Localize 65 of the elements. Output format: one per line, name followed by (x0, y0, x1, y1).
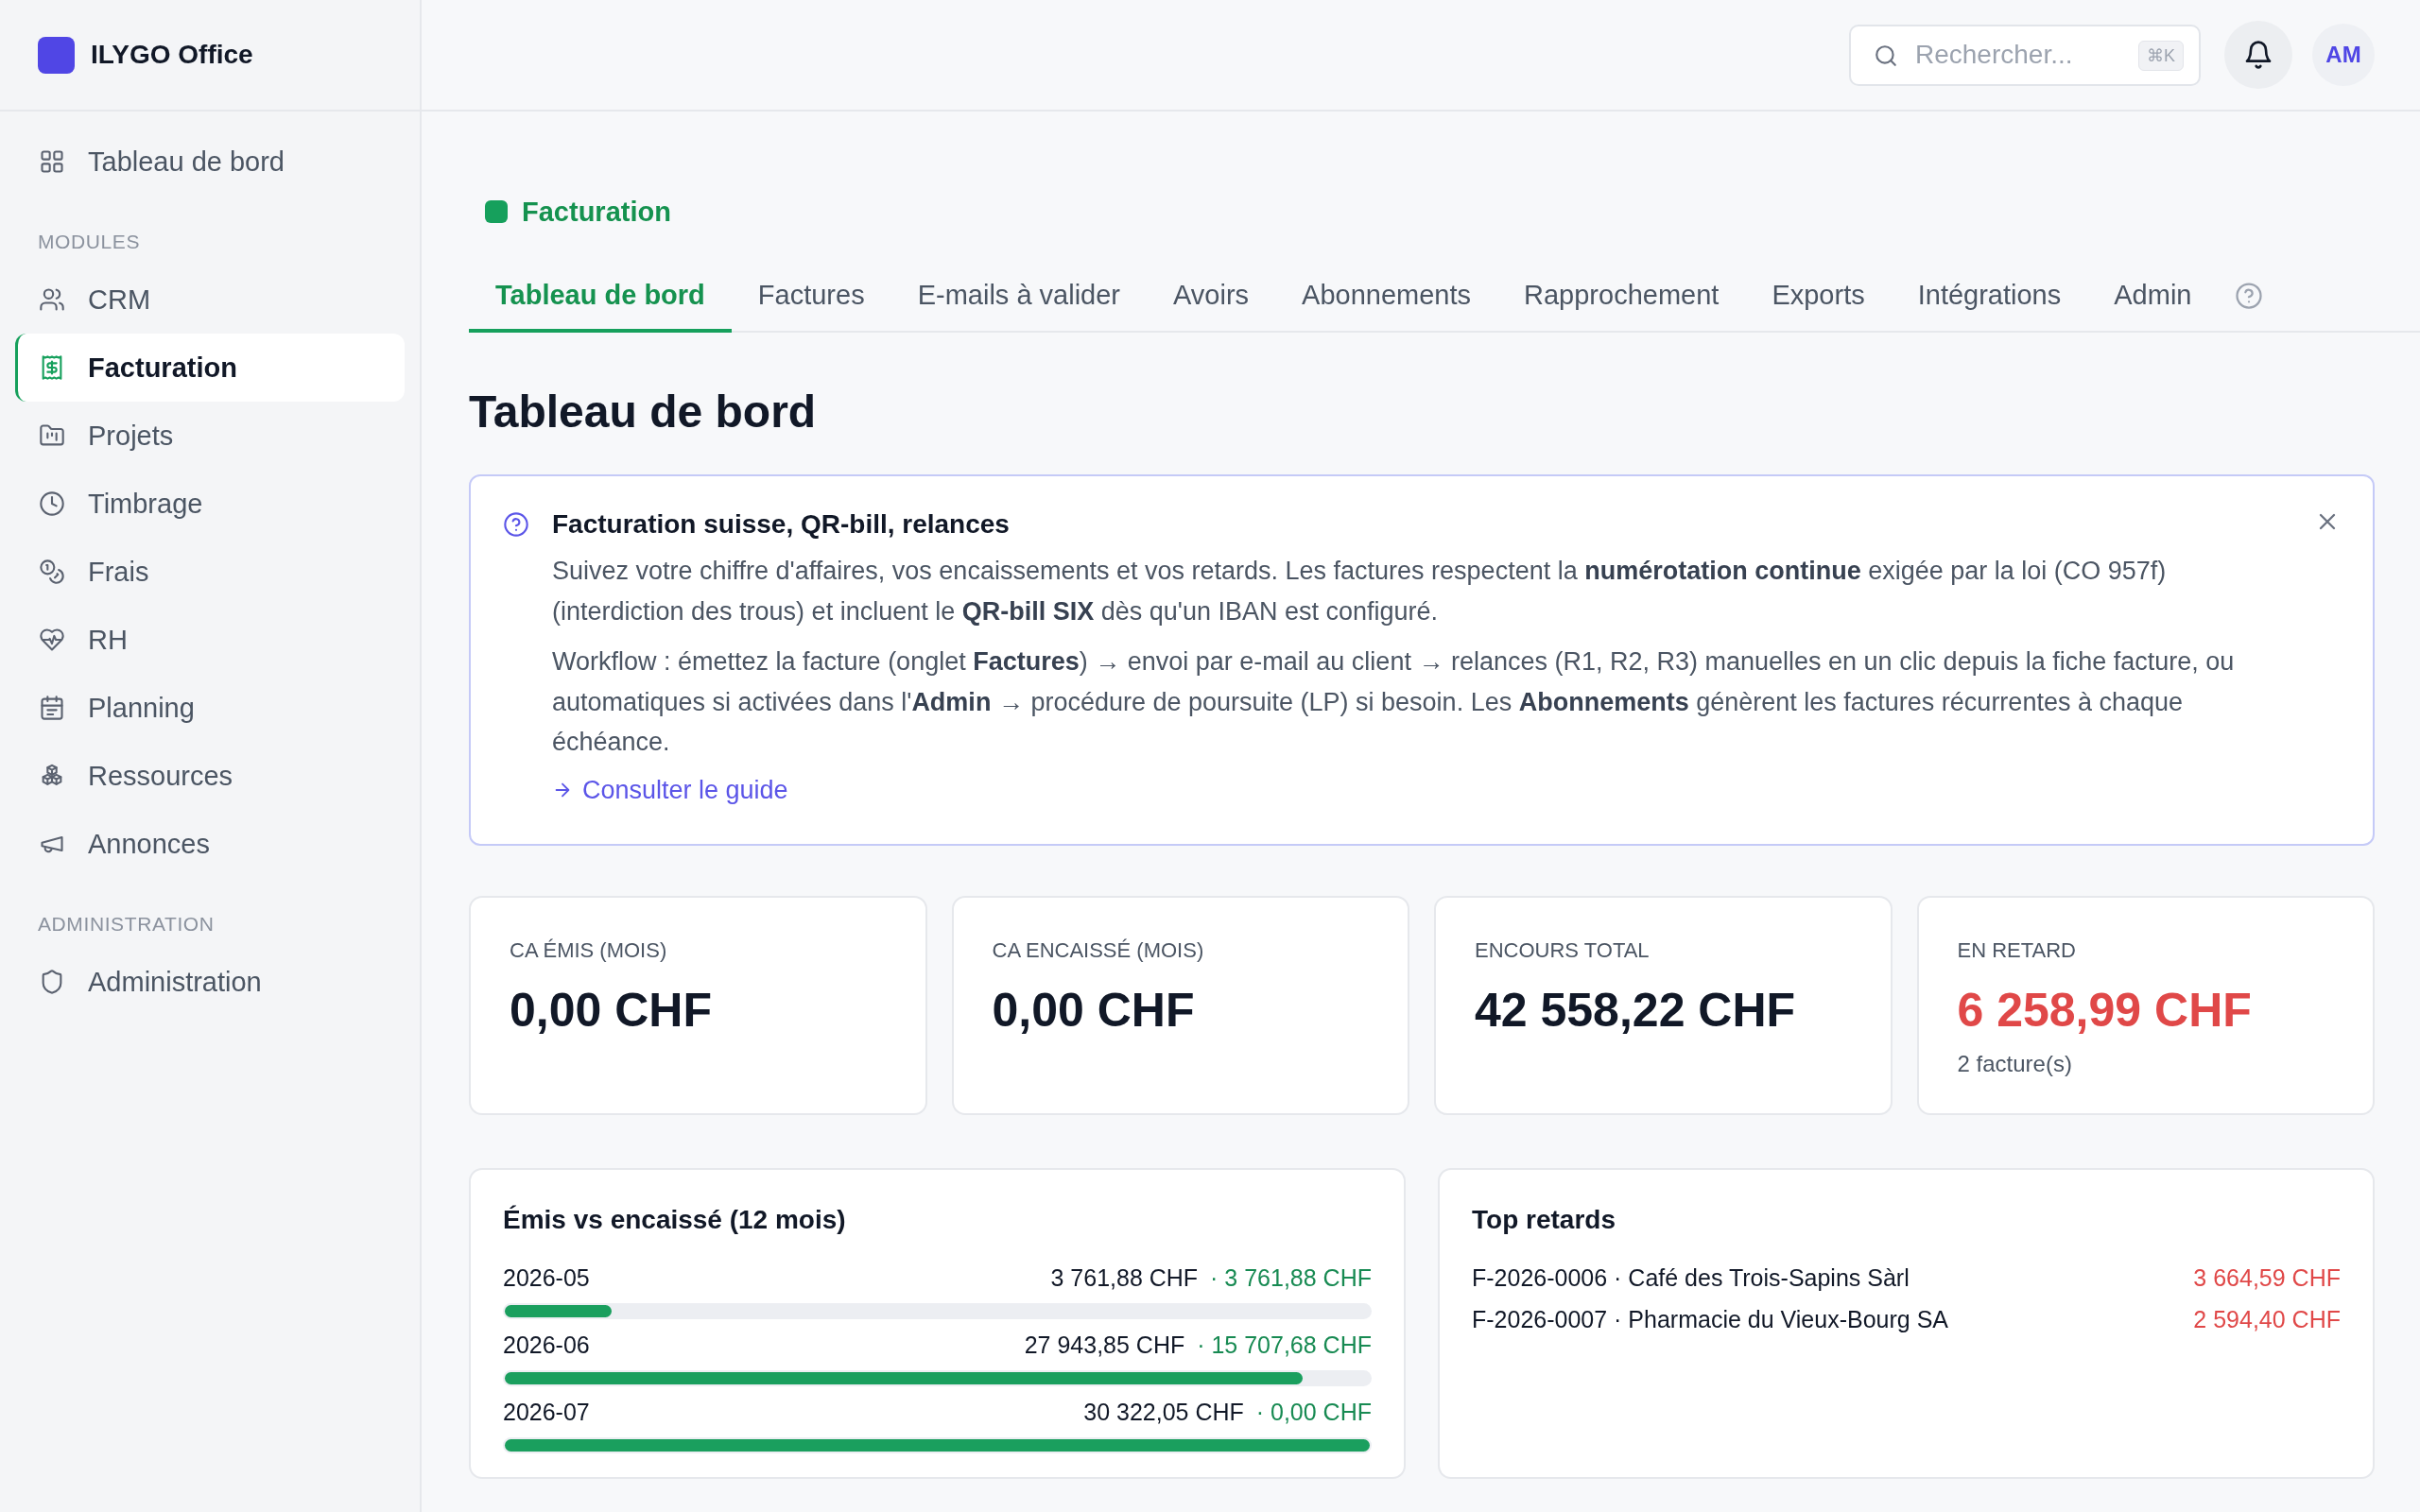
heart-pulse-icon (39, 627, 65, 653)
module-title: Facturation (522, 196, 671, 228)
tab[interactable]: Tableau de bord (469, 261, 732, 333)
tab[interactable]: Exports (1745, 261, 1892, 333)
kpi-label: CA ÉMIS (MOIS) (510, 937, 668, 963)
section-heading: MODULES (37, 230, 142, 254)
info-text: Workflow : émettez la facture (onglet Factures) → envoi par e-mail au client → relances (R1, R2, R3) manuelles en un clic depuis la fiche facture, ou automatiques si activées dans l'Admin → procédure de poursuite (LP) si besoin. Les Abonnements génèrent les factures récurrentes à chaque échéance. (552, 646, 2236, 758)
sidebar-item[interactable]: Planning (15, 674, 405, 742)
collected-amount: · 3 761,88 CHF (1210, 1264, 1372, 1291)
month-label: 2026-05 (503, 1264, 590, 1292)
kpi-label: ENCOURS TOTAL (1475, 937, 1651, 963)
month-label: 2026-06 (503, 1332, 590, 1359)
kpi-value: 42 558,22 CHF (1475, 982, 1797, 1039)
sidebar-item[interactable]: Facturation (15, 334, 405, 402)
clock-icon (39, 490, 65, 517)
overdue-invoice: F-2026-0007 · Pharmacie du Vieux-Bourg SA (1472, 1306, 1948, 1333)
kpi-value: 0,00 CHF (992, 982, 1196, 1039)
brand-name: ILYGO Office (91, 40, 253, 70)
sidebar-item[interactable]: Frais (15, 538, 405, 606)
sidebar-item[interactable]: Projets (15, 402, 405, 470)
info-text: Suivez votre chiffre d'affaires, vos encaissements et vos retards. Les factures respectent la numérotation continue exigée par la loi (CO 957f) (interdiction des trous) et incluent le QR-bill SIX dès qu'un IBAN est configuré. (552, 556, 2168, 627)
tab[interactable]: Avoirs (1147, 261, 1276, 333)
overdue-amount: 2 594,40 CHF (2193, 1306, 2341, 1333)
issued-amount: 27 943,85 CHF (1024, 1332, 1185, 1358)
grid-icon (39, 148, 65, 175)
search-icon (1874, 43, 1898, 68)
bell-icon (2243, 40, 2273, 70)
kpi-label: CA ENCAISSÉ (MOIS) (992, 937, 1205, 963)
sidebar-item[interactable]: Timbrage (15, 470, 405, 538)
tab[interactable]: Admin (2087, 261, 2219, 333)
sidebar-item[interactable]: Tableau de bord (15, 128, 405, 196)
kpi-value: 0,00 CHF (510, 982, 713, 1039)
user-avatar[interactable]: AM (2312, 24, 2375, 86)
section-heading: ADMINISTRATION (37, 912, 216, 936)
kpi-label: EN RETARD (1957, 937, 2077, 963)
tab[interactable]: Rapprochement (1497, 261, 1746, 333)
users-icon (39, 286, 65, 313)
sidebar-item[interactable]: Annonces (15, 810, 405, 878)
overdue-invoice: F-2026-0006 · Café des Trois-Sapins Sàrl (1472, 1264, 1910, 1292)
kpi-value: 6 258,99 CHF (1957, 982, 2253, 1039)
tab[interactable]: Intégrations (1891, 261, 2088, 333)
guide-link[interactable]: Consulter le guide (552, 773, 788, 806)
coins-icon (39, 558, 65, 585)
module-icon (485, 200, 508, 223)
panel-title: Top retards (1472, 1203, 1616, 1236)
tab[interactable]: E-mails à valider (890, 261, 1147, 333)
collected-amount: · 0,00 CHF (1255, 1399, 1372, 1425)
sidebar-item[interactable]: Administration (15, 948, 405, 1016)
logo-icon (38, 36, 75, 74)
calendar-icon (39, 695, 65, 721)
collected-amount: · 15 707,68 CHF (1197, 1332, 1372, 1358)
sidebar-item[interactable]: RH (15, 606, 405, 674)
tab[interactable]: Factures (731, 261, 891, 333)
overdue-amount: 3 664,59 CHF (2193, 1264, 2341, 1292)
month-label: 2026-07 (503, 1399, 590, 1426)
kpi-note: 2 facture(s) (1957, 1051, 2073, 1076)
help-circle-icon (503, 511, 529, 538)
panel-title: Émis vs encaissé (12 mois) (503, 1203, 847, 1236)
tab[interactable]: Abonnements (1275, 261, 1498, 333)
issued-amount: 3 761,88 CHF (1050, 1264, 1199, 1291)
info-title: Facturation suisse, QR-bill, relances (552, 508, 1011, 541)
sidebar-item[interactable]: Ressources (15, 742, 405, 810)
sidebar-item[interactable]: CRM (15, 266, 405, 334)
issued-amount: 30 322,05 CHF (1083, 1399, 1244, 1425)
page-title: Tableau de bord (469, 386, 818, 438)
